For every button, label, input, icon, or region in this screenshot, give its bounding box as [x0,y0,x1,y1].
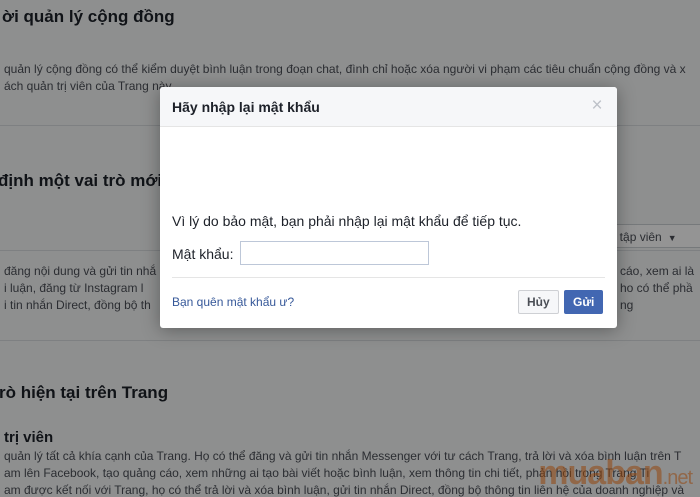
dialog-header: Hãy nhập lại mật khẩu × [160,87,617,127]
security-message: Vì lý do bảo mật, bạn phải nhập lại mật … [172,213,522,229]
dialog-divider [172,277,605,278]
cancel-button[interactable]: Hủy [518,290,559,314]
close-icon[interactable]: × [587,96,607,116]
reenter-password-dialog: Hãy nhập lại mật khẩu × Vì lý do bảo mật… [160,87,617,328]
forgot-password-link[interactable]: Bạn quên mật khẩu ư? [172,295,294,309]
password-label: Mật khẩu: [172,246,234,262]
submit-button[interactable]: Gửi [564,290,604,314]
dialog-title: Hãy nhập lại mật khẩu [172,99,320,115]
password-input[interactable] [240,241,429,265]
